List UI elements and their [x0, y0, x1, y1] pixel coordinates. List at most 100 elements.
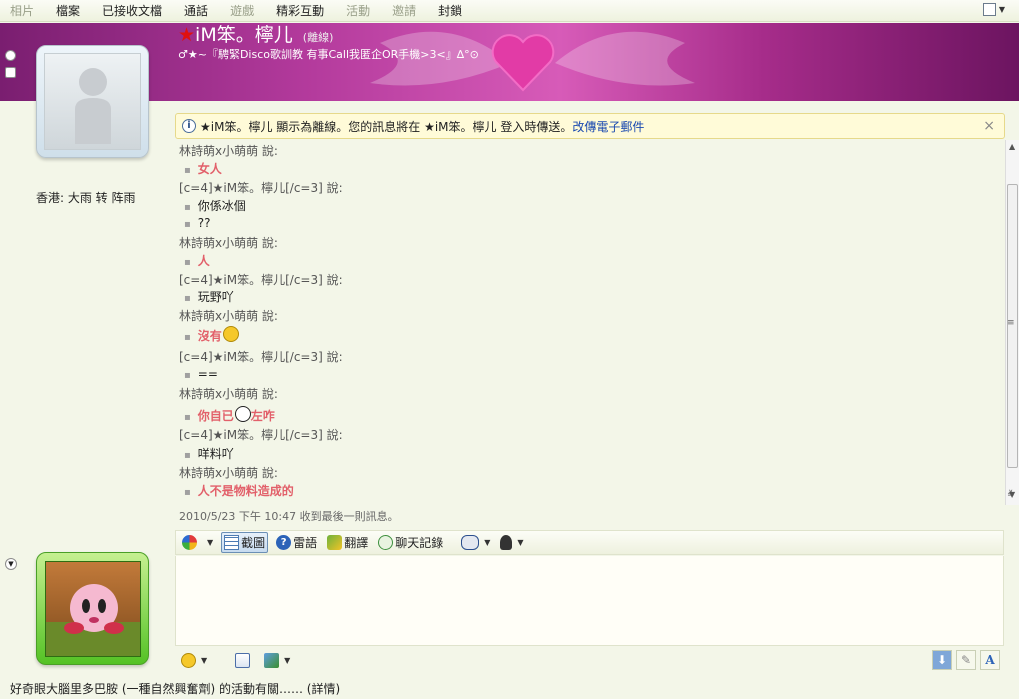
menu-item[interactable]: 檔案 — [56, 2, 80, 19]
menu-item[interactable]: 相片 — [10, 2, 34, 19]
offline-info-bar: i ★iM笨。檸儿 顯示為離線。您的訊息將在 ★iM笨。檸儿 登入時傳送。 改傳… — [175, 113, 1005, 139]
bullet-icon: ▪ — [184, 293, 191, 304]
bullet-icon: ▪ — [184, 370, 191, 381]
message-sender: [c=4]★iM笨。檸儿[/c=3] 說: — [179, 428, 343, 442]
conversation-history: 林詩萌x小萌萌 說: ▪ 女人 [c=4]★iM笨。檸儿[/c=3] 說: ▪ 你係冰個 ▪… — [175, 140, 1001, 525]
translate-button[interactable]: 翻譯 — [325, 532, 370, 553]
message-body: 人 — [197, 254, 210, 268]
message-body: 女人 — [197, 162, 222, 176]
menu-options-button[interactable]: ▼ — [982, 3, 1005, 16]
chevron-down-icon: ▼ — [517, 538, 524, 547]
message-body: 咩料吖 — [197, 447, 234, 461]
send-email-link[interactable]: 改傳電子郵件 — [572, 118, 644, 135]
history-icon — [378, 535, 394, 550]
collapse-icon[interactable] — [5, 50, 16, 61]
contact-name-text: iM笨。檸儿 — [195, 24, 293, 46]
menu-item[interactable]: 精彩互動 — [276, 2, 324, 19]
question-icon: ? — [276, 535, 292, 550]
default-avatar-icon — [44, 53, 141, 150]
menu-bar: 相片 檔案 已接收文檔 通話 遊戲 精彩互動 活動 邀請 封鎖 — [0, 0, 1019, 22]
bullet-icon: ▪ — [184, 450, 191, 461]
message-sender: [c=4]★iM笨。檸儿[/c=3] 說: — [179, 181, 343, 195]
contact-personal-message: ♂★~『騁緊Disco歌訓教 有事Call我匿企OR手機>3<』∆°⊙ — [178, 48, 479, 61]
activities-button[interactable]: ▼ — [498, 532, 525, 553]
scroll-grip-icon: ≡ — [1007, 318, 1015, 328]
menu-item[interactable]: 已接收文檔 — [102, 2, 162, 19]
message-body: == — [197, 367, 218, 381]
input-right-tools: ⬇ ✎ A — [932, 650, 1000, 670]
menu-item[interactable]: 通話 — [184, 2, 208, 19]
scroll-to-end-icon[interactable]: ≚ — [1007, 490, 1015, 500]
font-icon: A — [985, 653, 995, 667]
expand-icon[interactable]: ▼ — [5, 558, 17, 570]
message-sender: 林詩萌x小萌萌 說: — [179, 144, 278, 158]
translate-icon — [327, 535, 343, 550]
font-button[interactable]: A — [980, 650, 1000, 670]
grid-icon — [224, 535, 240, 550]
close-icon[interactable]: × — [983, 118, 995, 134]
menu-item[interactable]: 活動 — [346, 2, 370, 19]
message-text: ▪ == — [184, 367, 218, 381]
message-body-continued: 左咋 — [250, 409, 275, 423]
person-icon — [500, 535, 513, 550]
message-body: 你自已 — [197, 409, 234, 423]
spell-check-button[interactable] — [235, 652, 252, 668]
bullet-icon: ▪ — [184, 412, 191, 423]
message-text: ▪ 咩料吖 — [184, 445, 234, 462]
background-button[interactable]: ▼ — [264, 652, 290, 668]
kirby-avatar-icon — [45, 561, 141, 657]
window-options-icon — [982, 3, 996, 16]
message-text: ▪ 沒有 — [184, 326, 239, 344]
emoticon-button[interactable]: ▼ — [181, 652, 207, 668]
contact-name: ★iM笨。檸儿 (離線) — [178, 24, 334, 46]
menu-item[interactable]: 封鎖 — [438, 2, 462, 19]
menu-item[interactable]: 遊戲 — [230, 2, 254, 19]
ad-tip-line[interactable]: 好奇眼大腦里多巴胺 (一種自然興奮劑) 的活動有關…… (詳情) — [0, 680, 1019, 699]
message-sender: 林詩萌x小萌萌 說: — [179, 466, 278, 480]
contact-status: (離線) — [302, 31, 334, 44]
message-body: ?? — [197, 216, 211, 230]
message-sender: 林詩萌x小萌萌 說: — [179, 309, 278, 323]
left-icon-column — [5, 50, 19, 84]
chat-history-button[interactable]: 聊天記錄 — [376, 532, 445, 553]
winks-button[interactable]: ▼ — [180, 532, 215, 553]
message-sender: [c=4]★iM笨。檸儿[/c=3] 說: — [179, 273, 343, 287]
dictionary-button[interactable]: ? 雷語 — [274, 532, 319, 553]
info-icon: i — [182, 119, 196, 133]
contact-avatar[interactable] — [36, 45, 149, 158]
heart-decoration — [491, 34, 555, 92]
last-message-time: 2010/5/23 下午 10:47 收到最後一則訊息。 — [179, 510, 399, 523]
screenshot-label: 截圖 — [241, 536, 266, 550]
handwriting-button[interactable]: ✎ — [956, 650, 976, 670]
bullet-icon: ▪ — [184, 487, 191, 498]
spell-check-icon — [235, 652, 251, 668]
picture-icon — [264, 652, 280, 668]
offline-info-text: ★iM笨。檸儿 顯示為離線。您的訊息將在 ★iM笨。檸儿 登入時傳送。 — [200, 119, 573, 134]
message-text: ▪ 女人 — [184, 160, 222, 177]
menu-item[interactable]: 邀請 — [392, 2, 416, 19]
message-sender: 林詩萌x小萌萌 說: — [179, 387, 278, 401]
wing-decoration — [555, 31, 695, 86]
scroll-up-icon[interactable]: ▲ — [1009, 142, 1015, 151]
games-button[interactable]: ▼ — [459, 532, 492, 553]
smiley-icon — [181, 652, 196, 668]
message-sender: [c=4]★iM笨。檸儿[/c=3] 說: — [179, 350, 343, 364]
message-text: ▪ 你自已 左咋 — [184, 406, 275, 424]
bullet-icon: ▪ — [184, 257, 191, 268]
send-file-button[interactable]: ⬇ — [932, 650, 952, 670]
conversation-scrollbar[interactable]: ▲ ≡ ▼ — [1005, 140, 1019, 505]
gamepad-icon — [461, 535, 480, 550]
weather-status: 香港: 大雨 转 阵雨 — [36, 191, 136, 205]
message-text: ▪ 你係冰個 — [184, 197, 246, 214]
bullet-icon: ▪ — [184, 219, 191, 230]
message-text: ▪ 人不是物料造成的 — [184, 482, 294, 499]
my-avatar[interactable] — [36, 552, 149, 665]
message-body: 沒有 — [197, 329, 222, 343]
message-input[interactable] — [175, 556, 1004, 646]
input-bottom-tools: ▼ ▼ ⬇ ✎ A — [175, 648, 1004, 672]
bullet-icon: ▪ — [184, 165, 191, 176]
contact-card-icon[interactable] — [5, 67, 16, 78]
translate-label: 翻譯 — [344, 536, 369, 550]
screenshot-button[interactable]: 截圖 — [221, 532, 269, 553]
message-sender: 林詩萌x小萌萌 說: — [179, 236, 278, 250]
